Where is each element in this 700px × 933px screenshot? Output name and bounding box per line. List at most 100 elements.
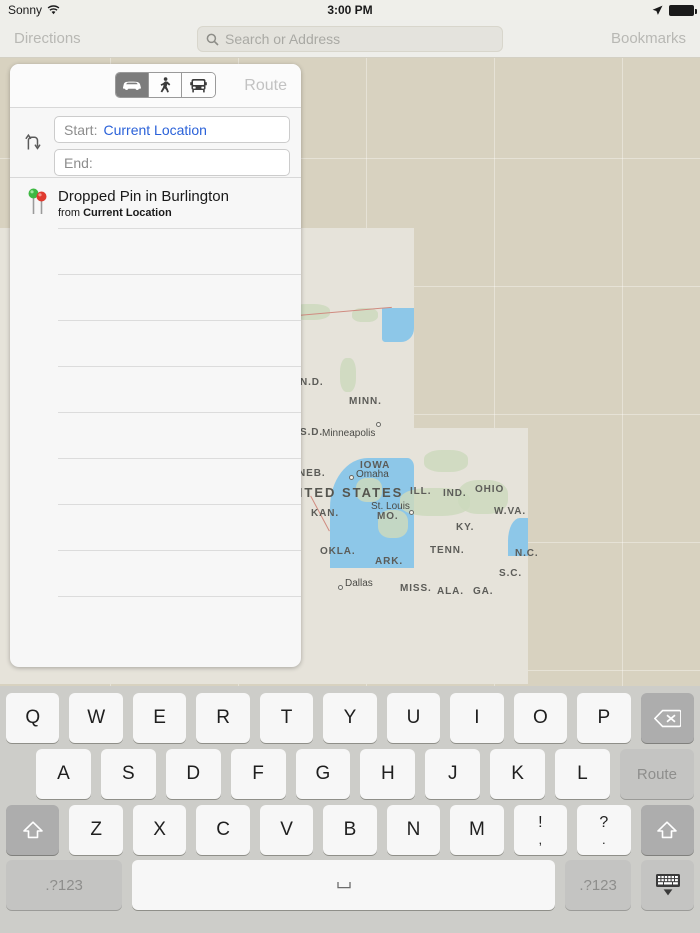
key-z[interactable]: Z bbox=[69, 805, 123, 855]
map-label-ky: KY. bbox=[456, 522, 475, 533]
list-item-text: Dropped Pin in Burlington from Current L… bbox=[58, 188, 229, 219]
map-label-ark: ARK. bbox=[375, 556, 404, 567]
key-period-label: . bbox=[601, 831, 606, 847]
shift-left-key[interactable] bbox=[6, 805, 60, 855]
map-label-stlouis: St. Louis bbox=[371, 501, 410, 512]
list-item[interactable] bbox=[58, 413, 301, 459]
search-input[interactable]: Search or Address bbox=[225, 31, 340, 47]
key-u[interactable]: U bbox=[386, 693, 441, 743]
hide-keyboard-key[interactable] bbox=[641, 860, 694, 910]
key-f[interactable]: F bbox=[230, 749, 286, 799]
backspace-key[interactable] bbox=[640, 693, 694, 743]
key-y[interactable]: Y bbox=[323, 693, 377, 743]
list-item[interactable] bbox=[58, 321, 301, 367]
onscreen-keyboard[interactable]: Q W E R T Y U I O P A S D F G H J K L Ro… bbox=[0, 686, 700, 933]
map-label-miss: MISS. bbox=[400, 583, 432, 594]
key-r[interactable]: R bbox=[196, 693, 250, 743]
walk-mode-button[interactable] bbox=[149, 73, 182, 97]
map-label-ala: ALA. bbox=[437, 586, 464, 597]
map-label-ohio: OHIO bbox=[475, 484, 505, 495]
key-n[interactable]: N bbox=[386, 805, 441, 855]
key-exclam-label: ! bbox=[538, 813, 543, 831]
end-field[interactable]: End: bbox=[54, 149, 290, 176]
list-item-subtitle-bold: Current Location bbox=[83, 206, 172, 219]
list-item-subtitle-prefix: from bbox=[58, 206, 84, 219]
key-o[interactable]: O bbox=[513, 693, 568, 743]
directions-panel-header: Route bbox=[10, 64, 301, 108]
list-item-subtitle: from Current Location bbox=[58, 207, 229, 219]
search-field[interactable]: Search or Address bbox=[197, 26, 503, 52]
bus-icon bbox=[190, 78, 207, 92]
city-dot-dallas bbox=[338, 585, 343, 590]
drive-mode-button[interactable] bbox=[116, 73, 149, 97]
map-label-sd: S.D. bbox=[300, 427, 324, 438]
toolbar: Directions Search or Address Bookmarks bbox=[0, 20, 700, 58]
return-route-key[interactable]: Route bbox=[619, 749, 694, 799]
status-bar-right bbox=[652, 4, 697, 16]
map-label-dallas: Dallas bbox=[345, 578, 373, 589]
start-field[interactable]: Start: Current Location bbox=[54, 116, 290, 143]
keyboard-row-2: A S D F G H J K L Route bbox=[0, 746, 700, 802]
keyboard-row-3: Z X C V B N M ! , ? . bbox=[0, 802, 700, 858]
status-bar-clock: 3:00 PM bbox=[327, 3, 373, 17]
map-label-minn: MINN. bbox=[349, 396, 382, 407]
backspace-icon bbox=[653, 709, 681, 727]
search-icon bbox=[206, 33, 219, 46]
space-bar-icon bbox=[337, 882, 351, 889]
key-question-period[interactable]: ? . bbox=[577, 805, 631, 855]
map-vegetation bbox=[424, 450, 468, 472]
key-exclam-comma[interactable]: ! , bbox=[513, 805, 568, 855]
list-item[interactable] bbox=[58, 367, 301, 413]
key-c[interactable]: C bbox=[196, 805, 250, 855]
map-label-neb: NEB. bbox=[298, 468, 326, 479]
key-j[interactable]: J bbox=[425, 749, 481, 799]
map-label-kan: KAN. bbox=[311, 508, 340, 519]
numeric-right-key[interactable]: .?123 bbox=[565, 860, 632, 910]
key-v[interactable]: V bbox=[259, 805, 314, 855]
map-label-ill: ILL. bbox=[410, 486, 432, 497]
status-bar: Sonny 3:00 PM bbox=[0, 0, 700, 20]
key-d[interactable]: D bbox=[165, 749, 221, 799]
start-field-value[interactable]: Current Location bbox=[103, 122, 207, 138]
shift-up-icon bbox=[22, 821, 43, 839]
numeric-left-key[interactable]: .?123 bbox=[6, 860, 123, 910]
shift-up-icon bbox=[657, 821, 678, 839]
keyboard-row-1: Q W E R T Y U I O P bbox=[0, 690, 700, 746]
transit-mode-button[interactable] bbox=[182, 73, 215, 97]
map-label-okla: OKLA. bbox=[320, 546, 356, 557]
list-item-title: Dropped Pin in Burlington bbox=[58, 187, 229, 205]
key-a[interactable]: A bbox=[36, 749, 91, 799]
key-i[interactable]: I bbox=[450, 693, 504, 743]
key-h[interactable]: H bbox=[360, 749, 416, 799]
key-question-label: ? bbox=[599, 813, 609, 831]
list-item[interactable] bbox=[58, 229, 301, 275]
key-e[interactable]: E bbox=[132, 693, 187, 743]
maps-app-screen: Sonny 3:00 PM Directions Search or Addre… bbox=[0, 0, 700, 933]
key-s[interactable]: S bbox=[100, 749, 156, 799]
list-item[interactable] bbox=[58, 551, 301, 597]
map-label-sc: S.C. bbox=[499, 568, 523, 579]
key-q[interactable]: Q bbox=[6, 693, 60, 743]
key-l[interactable]: L bbox=[555, 749, 610, 799]
bookmarks-button[interactable]: Bookmarks bbox=[599, 30, 698, 47]
key-w[interactable]: W bbox=[69, 693, 123, 743]
key-x[interactable]: X bbox=[132, 805, 187, 855]
key-t[interactable]: T bbox=[259, 693, 314, 743]
transport-mode-segmented-control[interactable] bbox=[115, 72, 216, 98]
city-dot-stlouis bbox=[409, 510, 414, 515]
directions-button[interactable]: Directions bbox=[2, 30, 93, 47]
key-b[interactable]: B bbox=[323, 805, 377, 855]
route-button[interactable]: Route bbox=[244, 77, 287, 95]
key-k[interactable]: K bbox=[490, 749, 545, 799]
list-item[interactable] bbox=[58, 505, 301, 551]
list-item[interactable]: Dropped Pin in Burlington from Current L… bbox=[28, 178, 301, 229]
space-key[interactable] bbox=[132, 860, 556, 910]
key-m[interactable]: M bbox=[450, 805, 504, 855]
key-g[interactable]: G bbox=[295, 749, 351, 799]
map-label-omaha: Omaha bbox=[356, 469, 389, 480]
key-p[interactable]: P bbox=[577, 693, 631, 743]
swap-endpoints-button[interactable] bbox=[24, 132, 42, 157]
list-item[interactable] bbox=[58, 459, 301, 505]
shift-right-key[interactable] bbox=[640, 805, 694, 855]
list-item[interactable] bbox=[58, 275, 301, 321]
